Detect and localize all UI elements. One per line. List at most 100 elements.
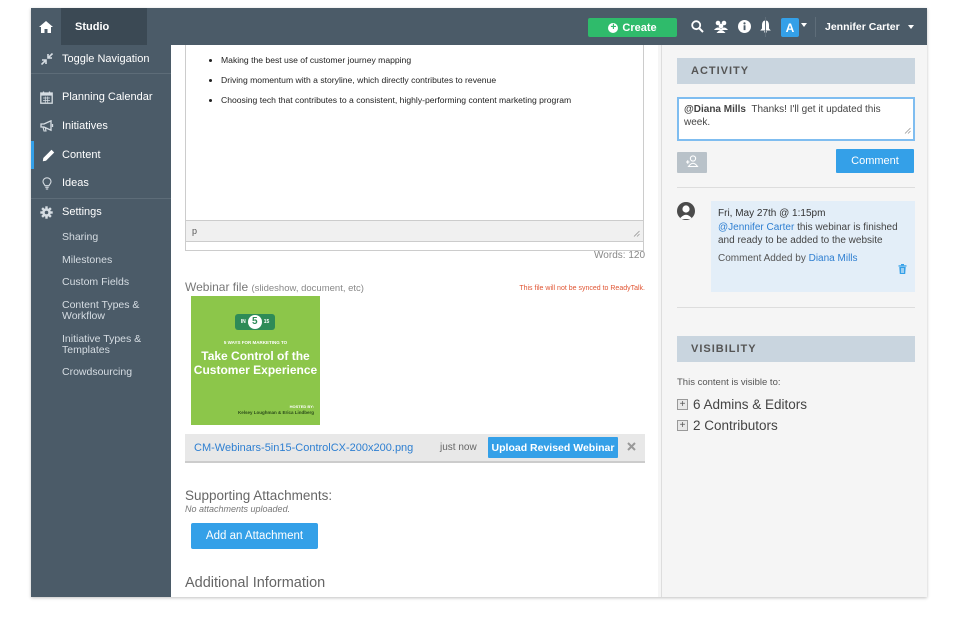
in5-badge: IN 5 15 [235, 314, 275, 330]
thumbnail-hosts: Kelsey Loughman & Erica Lindberg [237, 410, 314, 415]
trash-icon[interactable] [898, 263, 907, 279]
gear-icon [31, 198, 62, 226]
additional-information-title: Additional Information [185, 575, 326, 591]
draft-mention: @Diana Mills [684, 104, 746, 115]
comment-added-by-prefix: Comment Added by [718, 252, 806, 264]
visibility-group-label: 2 Contributors [693, 418, 778, 433]
divider [677, 307, 915, 308]
commenter-avatar [677, 202, 695, 220]
add-attachment-button[interactable]: Add an Attachment [191, 523, 318, 549]
close-icon[interactable] [627, 440, 636, 454]
create-button[interactable]: + Create [588, 18, 677, 37]
mention-user-button[interactable] [677, 152, 707, 173]
top-bar: Studio + Create A Jennifer Carter [31, 8, 927, 45]
app-window: Studio + Create A Jennifer Carter Toggle… [31, 8, 927, 597]
badge-15: 15 [263, 319, 270, 325]
compress-icon [31, 45, 62, 73]
badge-number: 5 [247, 315, 262, 329]
expand-icon[interactable]: + [677, 399, 688, 410]
sidebar: Toggle Navigation Planning Calendar Init… [31, 45, 171, 597]
divider [677, 187, 915, 188]
add-user-icon [685, 154, 699, 172]
settings-link-custom-fields[interactable]: Custom Fields [62, 277, 129, 288]
sidebar-item-initiatives[interactable]: Initiatives [31, 112, 171, 140]
sidebar-divider [31, 73, 171, 74]
chevron-down-icon [907, 24, 914, 29]
main-content: Making the best use of customer journey … [171, 45, 658, 597]
thumbnail-title: Take Control of the Customer Experience [193, 349, 318, 377]
sidebar-item-planning-calendar[interactable]: Planning Calendar [31, 83, 171, 111]
comment-body: @Jennifer Carter this webinar is finishe… [718, 221, 908, 248]
word-count: Words: 120 [594, 250, 645, 261]
sidebar-item-label: Content [62, 149, 101, 161]
badge-in: IN [240, 319, 246, 325]
resize-handle-icon[interactable] [904, 125, 911, 138]
upload-revised-webinar-button[interactable]: Upload Revised Webinar [488, 437, 618, 458]
pencil-icon [34, 141, 62, 169]
create-label: Create [622, 21, 657, 34]
comment-input[interactable]: @Diana Mills Thanks! I'll get it updated… [677, 97, 915, 141]
comment-card: Fri, May 27th @ 1:15pm @Jennifer Carter … [711, 201, 915, 292]
settings-link-initiative-types[interactable]: Initiative Types & Templates [62, 334, 141, 356]
visibility-group-admins[interactable]: + 6 Admins & Editors [677, 397, 807, 412]
settings-link-crowdsourcing[interactable]: Crowdsourcing [62, 367, 132, 378]
visibility-group-label: 6 Admins & Editors [693, 397, 808, 412]
sidebar-item-label: Settings [62, 206, 102, 218]
editor-element-path: p [192, 226, 198, 236]
info-icon[interactable] [734, 8, 754, 45]
home-icon[interactable] [31, 8, 61, 45]
settings-link-sharing[interactable]: Sharing [62, 232, 98, 243]
visibility-group-contributors[interactable]: + 2 Contributors [677, 418, 778, 433]
lightbulb-icon [31, 169, 62, 197]
topbar-divider [815, 17, 816, 37]
right-panel: ACTIVITY @Diana Mills Thanks! I'll get i… [661, 45, 927, 597]
settings-link-content-types[interactable]: Content Types & Workflow [62, 300, 139, 322]
sidebar-item-label: Ideas [62, 177, 89, 189]
resize-handle-icon[interactable] [633, 229, 640, 239]
expand-icon[interactable]: + [677, 420, 688, 431]
search-icon[interactable] [687, 8, 707, 45]
sidebar-item-toggle-navigation[interactable]: Toggle Navigation [31, 45, 171, 73]
comment-button[interactable]: Comment [836, 149, 914, 173]
comment-author[interactable]: Diana Mills [809, 253, 858, 264]
webinar-file-link[interactable]: CM-Webinars-5in15-ControlCX-200x200.png [194, 442, 413, 454]
comment-date: Fri, May 27th @ 1:15pm [718, 208, 826, 219]
bullet-item: Choosing tech that contributes to a cons… [221, 95, 571, 105]
thumbnail-kicker: 5 WAYS FOR MARKETING TO [223, 340, 288, 345]
megaphone-icon [31, 112, 62, 140]
bullet-item: Making the best use of customer journey … [221, 55, 571, 65]
visibility-header: VISIBILITY [677, 336, 915, 362]
sidebar-item-label: Planning Calendar [62, 91, 153, 103]
webinar-file-subtitle: (slideshow, document, etc) [251, 283, 364, 294]
sidebar-item-label: Toggle Navigation [62, 53, 150, 65]
chevron-down-icon[interactable] [801, 23, 807, 27]
activity-header: ACTIVITY [677, 58, 915, 84]
users-icon[interactable] [711, 8, 731, 45]
bullet-list: Making the best use of customer journey … [221, 55, 571, 115]
sidebar-item-content[interactable]: Content [31, 141, 171, 169]
webinar-file-label: Webinar file (slideshow, document, etc) [185, 280, 364, 294]
sidebar-item-label: Initiatives [62, 120, 108, 132]
account-avatar[interactable]: A [781, 18, 799, 37]
bullet-item: Driving momentum with a storyline, which… [221, 75, 571, 85]
settings-link-milestones[interactable]: Milestones [62, 255, 112, 266]
attachments-empty-text: No attachments uploaded. [185, 504, 291, 514]
comment-author-line: Comment Added by Diana Mills [718, 252, 908, 266]
webinar-thumbnail[interactable]: IN 5 15 5 WAYS FOR MARKETING TO Take Con… [191, 296, 320, 425]
sidebar-item-settings[interactable]: Settings [31, 198, 171, 226]
user-name: Jennifer Carter [825, 20, 900, 33]
sync-warning: This file will not be synced to ReadyTal… [519, 285, 645, 292]
supporting-attachments-title: Supporting Attachments: [185, 488, 333, 503]
webinar-file-row: CM-Webinars-5in15-ControlCX-200x200.png … [185, 434, 645, 463]
comment-mention[interactable]: @Jennifer Carter [718, 222, 794, 233]
studio-tab[interactable]: Studio [61, 8, 147, 45]
topbar-divider [765, 17, 766, 37]
file-timestamp: just now [440, 442, 477, 453]
visibility-intro: This content is visible to: [677, 377, 781, 388]
sidebar-item-ideas[interactable]: Ideas [31, 169, 171, 197]
calendar-icon [31, 83, 62, 111]
editor-status-bar: p [185, 220, 644, 242]
webinar-file-title: Webinar file [185, 280, 249, 294]
plus-circle-icon: + [608, 22, 619, 33]
user-menu[interactable]: Jennifer Carter [825, 8, 914, 45]
